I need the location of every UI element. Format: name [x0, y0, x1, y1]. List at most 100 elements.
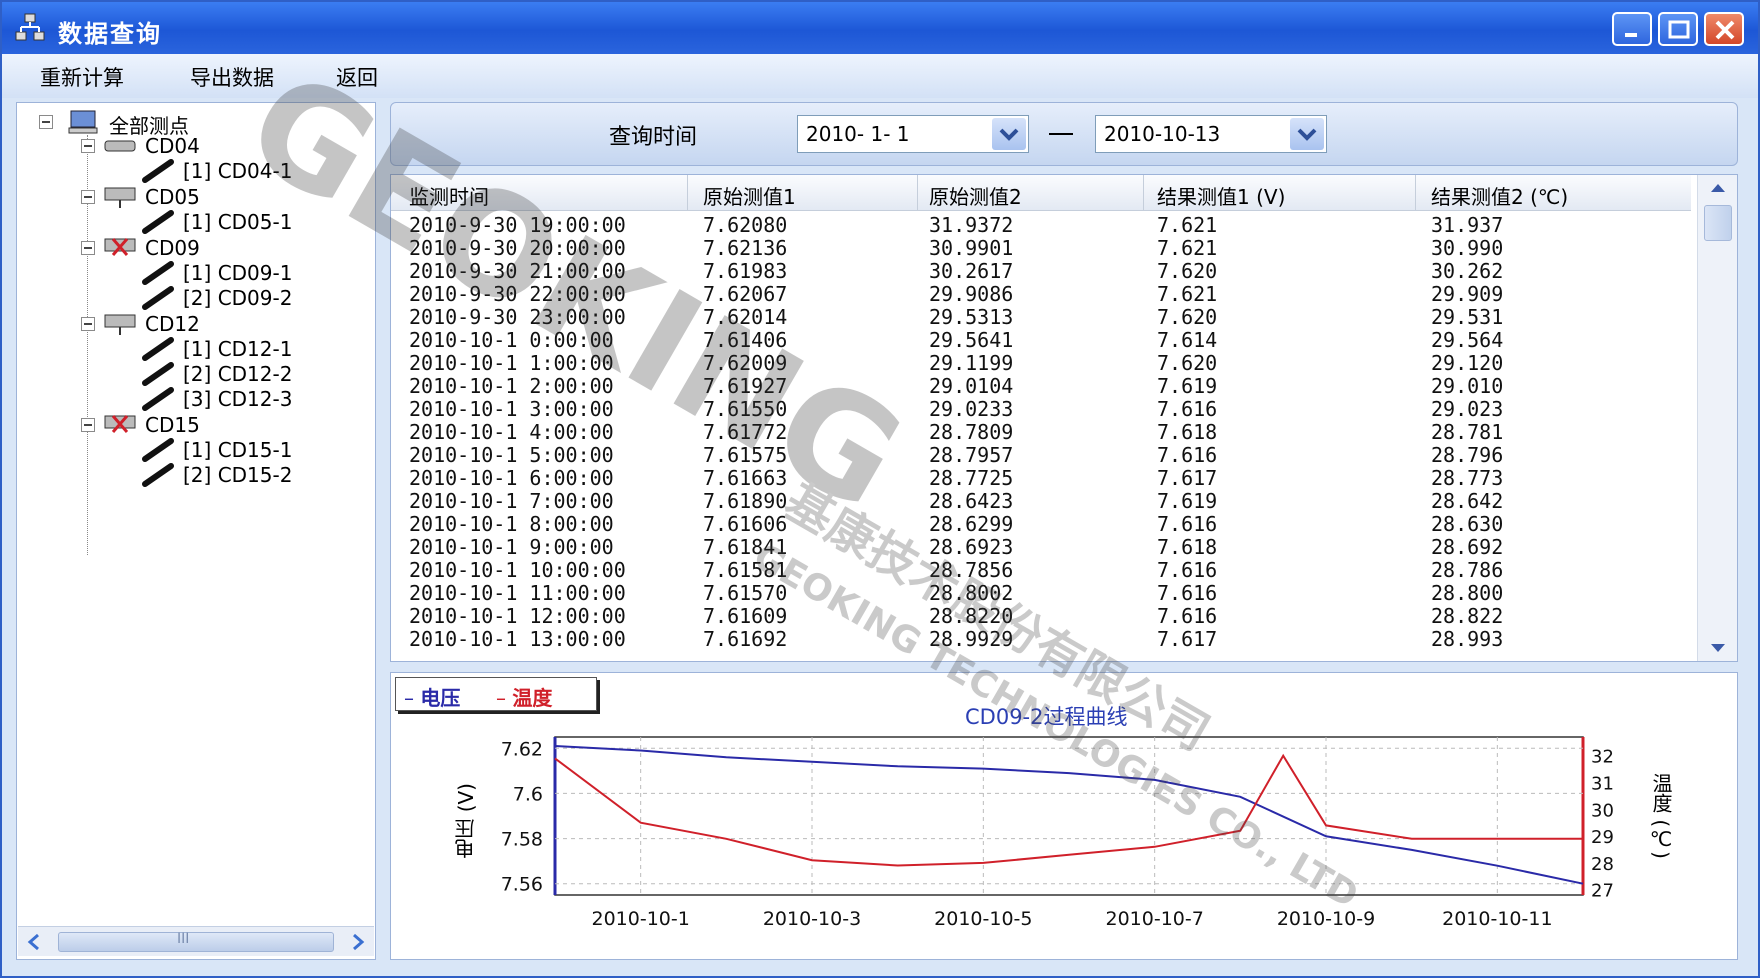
table-cell: 7.621 — [1157, 282, 1218, 306]
table-row[interactable]: 2010-10-1 2:00:00 7.61927 29.0104 7.619 29.0… — [391, 374, 1691, 398]
station-icon — [104, 187, 136, 208]
tree-node-cd15-2[interactable]: [2] CD15-2 — [33, 462, 353, 488]
table-row[interactable]: 2010-10-1 12:00:00 7.61609 28.8220 7.616 28.… — [391, 604, 1691, 628]
table-row[interactable]: 2010-10-1 7:00:00 7.61890 28.6423 7.619 28.6… — [391, 489, 1691, 513]
tree-group-cd04[interactable]: CD04 — [33, 133, 353, 159]
table-cell: 7.61663 — [703, 466, 788, 490]
scroll-down-icon[interactable] — [1708, 641, 1728, 655]
table-row[interactable]: 2010-10-1 5:00:00 7.61575 28.7957 7.616 28.7… — [391, 443, 1691, 467]
table-cell: 7.61606 — [703, 512, 788, 536]
tree-node-label: [1] CD04-1 — [183, 159, 293, 183]
table-row[interactable]: 2010-10-1 11:00:00 7.61570 28.8002 7.616 28.… — [391, 581, 1691, 605]
tree-node-cd09-1[interactable]: [1] CD09-1 — [33, 260, 353, 286]
table-cell: 7.61692 — [703, 627, 788, 651]
tree-group-cd09[interactable]: CD09 — [33, 235, 353, 261]
table-cell: 28.692 — [1431, 535, 1504, 559]
collapse-icon[interactable] — [39, 115, 53, 129]
collapse-icon[interactable] — [81, 418, 95, 432]
tree-group-label: CD12 — [145, 312, 200, 336]
table-row[interactable]: 2010-10-1 1:00:00 7.62009 29.1199 7.620 29.1… — [391, 351, 1691, 375]
table-row[interactable]: 2010-10-1 10:00:00 7.61581 28.7856 7.616 28.… — [391, 558, 1691, 582]
table-cell: 29.9086 — [929, 282, 1014, 306]
collapse-icon[interactable] — [81, 190, 95, 204]
table-row[interactable]: 2010-10-1 3:00:00 7.61550 29.0233 7.616 29.0… — [391, 397, 1691, 421]
table-row[interactable]: 2010-10-1 13:00:00 7.61692 28.9929 7.617 28.… — [391, 627, 1691, 651]
tree-node-cd09-2[interactable]: [2] CD09-2 — [33, 285, 353, 311]
table-row[interactable]: 2010-9-30 23:00:00 7.62014 29.5313 7.620 29.… — [391, 305, 1691, 329]
tree-group-cd05[interactable]: CD05 — [33, 184, 353, 210]
table-cell: 2010-9-30 19:00:00 — [409, 213, 626, 237]
grid-vertical-scrollbar[interactable] — [1697, 175, 1737, 661]
table-row[interactable]: 2010-9-30 22:00:00 7.62067 29.9086 7.621 29.… — [391, 282, 1691, 306]
table-cell: 2010-10-1 11:00:00 — [409, 581, 626, 605]
table-row[interactable]: 2010-9-30 21:00:00 7.61983 30.2617 7.620 30.… — [391, 259, 1691, 283]
sensor-probe-icon — [142, 261, 174, 285]
menu-recalculate[interactable]: 重新计算 — [40, 62, 124, 92]
table-cell: 2010-10-1 10:00:00 — [409, 558, 626, 582]
tree-node-cd05-1[interactable]: [1] CD05-1 — [33, 209, 353, 235]
minimize-icon — [1625, 33, 1637, 37]
close-icon — [1715, 20, 1735, 40]
table-row[interactable]: 2010-10-1 0:00:00 7.61406 29.5641 7.614 29.5… — [391, 328, 1691, 352]
tree-group-cd15[interactable]: CD15 — [33, 412, 353, 438]
table-row[interactable]: 2010-10-1 9:00:00 7.61841 28.6923 7.618 28.6… — [391, 535, 1691, 559]
table-row[interactable]: 2010-10-1 8:00:00 7.61606 28.6299 7.616 28.6… — [391, 512, 1691, 536]
close-button[interactable] — [1704, 12, 1744, 46]
y-right-tick-label: 27 — [1591, 881, 1614, 902]
window-title: 数据查询 — [58, 20, 162, 48]
table-cell: 7.617 — [1157, 466, 1218, 490]
x-tick-label: 2010-10-9 — [1277, 908, 1375, 930]
collapse-icon[interactable] — [81, 317, 95, 331]
table-cell: 28.642 — [1431, 489, 1504, 513]
header-raw-value-2[interactable]: 原始测值2 — [929, 181, 1022, 210]
tree-root[interactable]: 全部测点 — [33, 109, 353, 138]
maximize-button[interactable] — [1658, 12, 1698, 46]
tree-horizontal-scrollbar[interactable]: III — [18, 926, 374, 956]
header-raw-value-1[interactable]: 原始测值1 — [703, 181, 796, 210]
tree-node-cd12-2[interactable]: [2] CD12-2 — [33, 361, 353, 387]
start-date-dropdown-button[interactable] — [992, 118, 1026, 150]
end-date-picker[interactable]: 2010-10-13 — [1095, 115, 1327, 153]
start-date-picker[interactable]: 2010- 1- 1 — [797, 115, 1029, 153]
tree-node-cd12-3[interactable]: [3] CD12-3 — [33, 386, 353, 412]
scroll-up-icon[interactable] — [1708, 181, 1728, 195]
scroll-thumb[interactable]: III — [58, 931, 334, 952]
table-cell: 29.564 — [1431, 328, 1504, 352]
table-cell: 7.61983 — [703, 259, 788, 283]
scroll-left-icon[interactable] — [26, 933, 44, 951]
table-row[interactable]: 2010-9-30 20:00:00 7.62136 30.9901 7.621 30.… — [391, 236, 1691, 260]
table-cell: 7.61570 — [703, 581, 788, 605]
table-row[interactable]: 2010-10-1 6:00:00 7.61663 28.7725 7.617 28.7… — [391, 466, 1691, 490]
menu-export-data[interactable]: 导出数据 — [190, 62, 274, 92]
sensor-probe-icon — [142, 159, 174, 183]
table-row[interactable]: 2010-10-1 4:00:00 7.61772 28.7809 7.618 28.7… — [391, 420, 1691, 444]
table-cell: 2010-10-1 4:00:00 — [409, 420, 614, 444]
collapse-icon[interactable] — [81, 139, 95, 153]
collapse-icon[interactable] — [81, 241, 95, 255]
table-cell: 2010-10-1 3:00:00 — [409, 397, 614, 421]
tree-group-cd12[interactable]: CD12 — [33, 311, 353, 337]
scroll-thumb[interactable] — [1704, 205, 1732, 241]
title-bar[interactable]: 数据查询 — [2, 2, 1758, 54]
tree-node-cd04-1[interactable]: [1] CD04-1 — [33, 158, 353, 184]
header-result-value-2[interactable]: 结果测值2 (℃) — [1431, 181, 1568, 210]
header-monitor-time[interactable]: 监测时间 — [409, 181, 489, 210]
header-result-value-1[interactable]: 结果测值1 (V) — [1157, 181, 1285, 210]
table-cell: 2010-10-1 12:00:00 — [409, 604, 626, 628]
scroll-right-icon[interactable] — [348, 933, 366, 951]
x-tick-label: 2010-10-11 — [1442, 908, 1552, 930]
tree-node-cd15-1[interactable]: [1] CD15-1 — [33, 437, 353, 463]
menu-return[interactable]: 返回 — [336, 62, 378, 92]
table-cell: 29.120 — [1431, 351, 1504, 375]
table-cell: 7.620 — [1157, 351, 1218, 375]
tree-node-label: [3] CD12-3 — [183, 387, 293, 411]
table-cell: 2010-10-1 0:00:00 — [409, 328, 614, 352]
table-cell: 28.781 — [1431, 420, 1504, 444]
table-cell: 30.9901 — [929, 236, 1014, 260]
table-row[interactable]: 2010-9-30 19:00:00 7.62080 31.9372 7.621 31.… — [391, 213, 1691, 237]
minimize-button[interactable] — [1612, 12, 1652, 46]
end-date-dropdown-button[interactable] — [1290, 118, 1324, 150]
grid-header: 监测时间 原始测值1 原始测值2 结果测值1 (V) 结果测值2 (℃) — [391, 175, 1691, 211]
tree-node-cd12-1[interactable]: [1] CD12-1 — [33, 336, 353, 362]
voltage-series-line — [554, 745, 1584, 885]
